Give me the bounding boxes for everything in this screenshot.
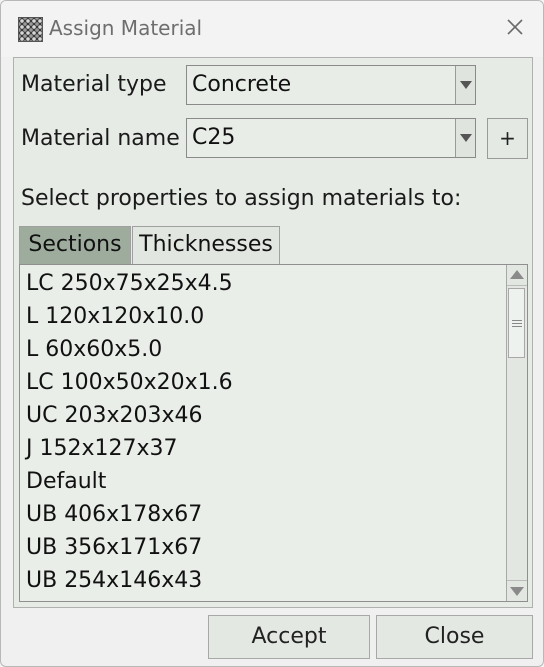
list-item[interactable]: UC 203x203x46	[26, 403, 202, 436]
list-item[interactable]: L 120x120x10.0	[26, 304, 204, 337]
scroll-up-icon[interactable]	[507, 265, 527, 286]
material-type-dropdown[interactable]: Concrete	[186, 65, 476, 105]
add-material-button[interactable]: +	[487, 118, 528, 159]
dialog-body: Material type Concrete Material name C25…	[13, 57, 533, 608]
grip-line	[512, 323, 522, 324]
list-item[interactable]: LC 100x50x20x1.6	[26, 370, 233, 403]
list-item[interactable]: L 60x60x5.0	[26, 337, 162, 370]
material-name-dropdown[interactable]: C25	[186, 118, 476, 158]
material-name-value: C25	[192, 125, 236, 150]
tab-thicknesses[interactable]: Thicknesses	[132, 226, 280, 264]
instruction-text: Select properties to assign materials to…	[21, 186, 462, 211]
grip-line	[512, 320, 522, 321]
material-texture-icon	[18, 17, 43, 42]
assign-material-dialog: Assign Material Material type Concrete M…	[0, 0, 544, 667]
vertical-scrollbar[interactable]	[506, 265, 527, 601]
sections-list[interactable]: LC 250x75x25x4.5 L 120x120x10.0 L 60x60x…	[19, 264, 528, 602]
list-item[interactable]: LC 250x75x25x4.5	[26, 271, 233, 304]
list-item[interactable]: UB 406x178x67	[26, 502, 202, 535]
scrollbar-thumb[interactable]	[508, 288, 525, 358]
chevron-down-icon[interactable]	[455, 119, 475, 157]
material-type-label: Material type	[21, 72, 167, 97]
list-item[interactable]: UB 254x146x43	[26, 568, 202, 601]
list-item[interactable]: UB 356x171x67	[26, 535, 202, 568]
list-item[interactable]: Default	[26, 469, 106, 502]
tab-sections[interactable]: Sections	[19, 226, 131, 264]
accept-button[interactable]: Accept	[208, 615, 370, 659]
close-button[interactable]: Close	[376, 615, 533, 659]
title-bar: Assign Material	[1, 1, 543, 57]
window-title: Assign Material	[49, 16, 203, 40]
scroll-down-icon[interactable]	[507, 580, 527, 601]
list-item[interactable]: J 152x127x37	[26, 436, 178, 469]
grip-line	[512, 326, 522, 327]
chevron-down-icon[interactable]	[455, 66, 475, 104]
close-icon[interactable]	[503, 15, 527, 39]
material-type-value: Concrete	[192, 72, 292, 97]
material-name-label: Material name	[21, 126, 180, 151]
